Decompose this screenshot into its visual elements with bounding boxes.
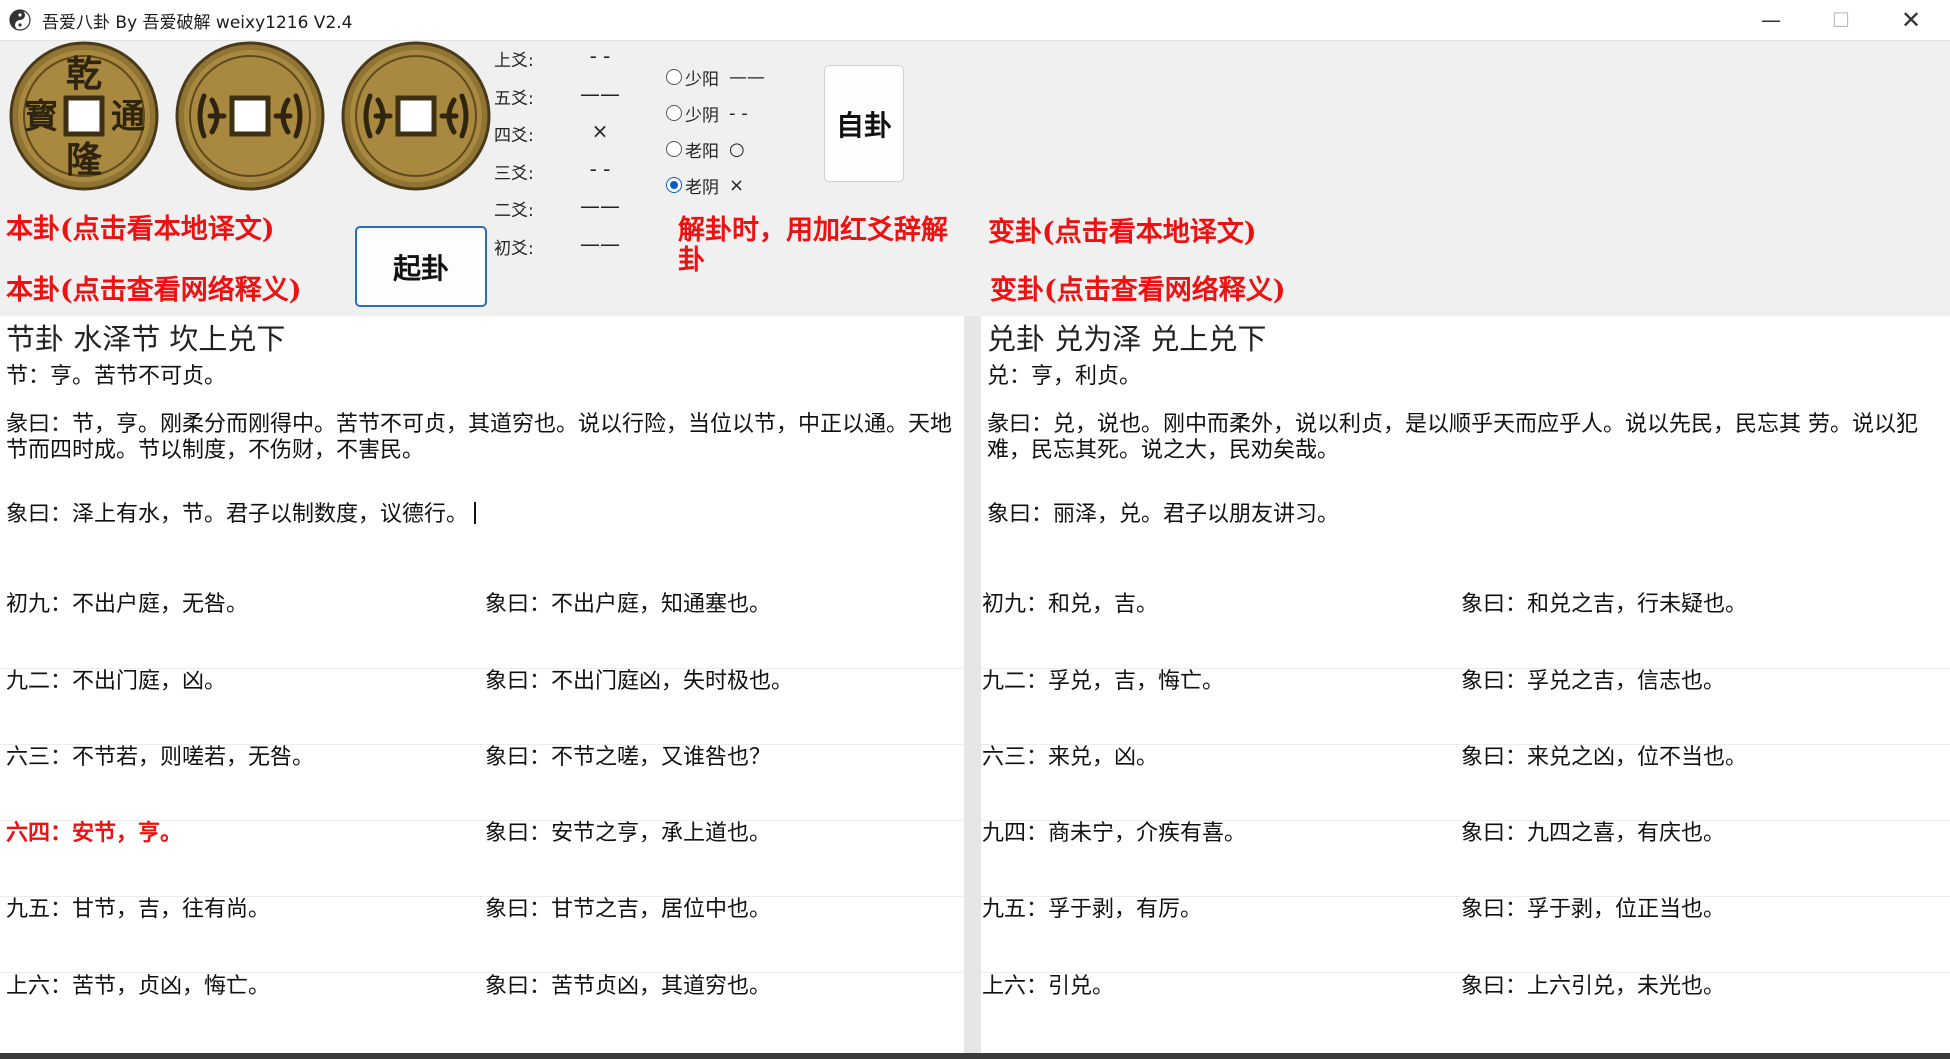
ben-line-2-xiang: 象曰：不出门庭凶，失时极也。	[485, 669, 794, 694]
coin-char-left: 寳	[24, 97, 58, 137]
yao-symbol-chu: ——	[580, 232, 620, 256]
ben-line-6: 上六：苦节，贞凶，悔亡。	[6, 974, 271, 999]
radio-shaoyang[interactable]: 少阳 ——	[666, 62, 765, 92]
ben-line-6-xiang: 象曰：苦节贞凶，其道穷也。	[485, 974, 772, 999]
radio-label: 老阳	[685, 141, 719, 162]
ben-line-5: 九五：甘节，吉，往有尚。	[6, 897, 271, 922]
coin-char-top: 乾	[66, 54, 102, 95]
ben-line-3-xiang: 象曰：不节之嗟，又谁咎也？	[485, 745, 772, 770]
title-bar: 吾爱八卦 By 吾爱破解 weixy1216 V2.4 — ☐ ✕	[0, 0, 1950, 41]
ben-gua-text-panel[interactable]: 节卦 水泽节 坎上兑下 节：亨。苦节不可贞。 彖曰：节，亨。刚柔分而刚得中。苦节…	[0, 316, 964, 1053]
coin-char-bottom: 隆	[66, 140, 103, 181]
zigua-button[interactable]: 自卦	[824, 65, 904, 182]
radio-symbol: ×	[729, 174, 745, 196]
ben-line-4-highlighted: 六四：安节，亨。	[6, 821, 183, 846]
yao-label-si: 四爻:	[494, 126, 534, 146]
bian-gua-local-link[interactable]: 变卦(点击看本地译文)	[988, 210, 1257, 249]
bian-line-5: 九五：孚于剥，有厉。	[982, 897, 1203, 922]
yao-label-chu: 初爻:	[494, 239, 534, 259]
radio-circle[interactable]	[666, 105, 682, 121]
radio-circle-checked[interactable]	[666, 177, 682, 193]
ben-line-1: 初九：不出户庭，无咎。	[6, 592, 249, 617]
minimize-button[interactable]: —	[1736, 0, 1806, 40]
yao-label-wu: 五爻:	[494, 89, 534, 109]
radio-label: 少阴	[685, 105, 719, 126]
yao-symbol-shang: - -	[589, 44, 611, 68]
ben-line-5-xiang: 象曰：甘节之吉，居位中也。	[485, 897, 772, 922]
radio-circle[interactable]	[666, 141, 682, 157]
maximize-button[interactable]: ☐	[1806, 0, 1876, 40]
bian-gua-xiang: 象曰：丽泽，兑。君子以朋友讲习。	[987, 502, 1340, 527]
coin-char-right: 通	[111, 97, 145, 137]
qigua-button[interactable]: 起卦	[355, 226, 487, 307]
bian-line-5-xiang: 象曰：孚于剥，位正当也。	[1461, 897, 1726, 922]
radio-label: 老阴	[685, 177, 719, 198]
bian-gua-tuan: 彖曰：兑，说也。刚中而柔外，说以利贞，是以顺乎天而应乎人。说以先民，民忘其 劳。…	[987, 412, 1918, 463]
bian-line-3-xiang: 象曰：来兑之凶，位不当也。	[1461, 745, 1748, 770]
coin-back-icon[interactable]	[340, 40, 492, 192]
yao-symbol-er: ——	[580, 194, 620, 218]
bian-gua-judgement: 兑：亨，利贞。	[987, 364, 1142, 389]
close-button[interactable]: ✕	[1876, 0, 1946, 40]
radio-label: 少阳	[685, 69, 719, 90]
bian-gua-text-panel[interactable]: 兑卦 兑为泽 兑上兑下 兑：亨，利贞。 彖曰：兑，说也。刚中而柔外，说以利贞，是…	[981, 316, 1950, 1053]
bian-line-4: 九四：商未宁，介疾有喜。	[982, 821, 1247, 846]
bian-gua-heading: 兑卦 兑为泽 兑上兑下	[987, 322, 1267, 356]
ben-gua-local-link[interactable]: 本卦(点击看本地译文)	[6, 207, 275, 246]
radio-symbol: ○	[729, 138, 745, 160]
radio-symbol: ——	[729, 66, 765, 88]
interpret-hint: 解卦时，用加红爻辞解卦	[678, 215, 948, 276]
bian-gua-net-link[interactable]: 变卦(点击查看网络释义)	[990, 268, 1286, 307]
bian-line-3: 六三：来兑，凶。	[982, 745, 1159, 770]
ben-gua-heading: 节卦 水泽节 坎上兑下	[6, 322, 286, 356]
window-title: 吾爱八卦 By 吾爱破解 weixy1216 V2.4	[42, 13, 353, 33]
ben-gua-xiang: 象曰：泽上有水，节。君子以制数度，议德行。	[6, 502, 477, 528]
ben-line-3: 六三：不节若，则嗟若，无咎。	[6, 745, 315, 770]
panel-divider	[964, 316, 981, 1053]
divider	[981, 972, 1950, 973]
ben-gua-net-link[interactable]: 本卦(点击查看网络释义)	[6, 268, 302, 307]
radio-laoyang[interactable]: 老阳 ○	[666, 134, 745, 164]
ben-line-1-xiang: 象曰：不出户庭，知通塞也。	[485, 592, 772, 617]
radio-laoyin[interactable]: 老阴 ×	[666, 170, 744, 200]
radio-shaoyin[interactable]: 少阴 - -	[666, 98, 748, 128]
coin-front-icon[interactable]: 乾 通 隆 寳	[8, 40, 160, 192]
text-caret	[474, 502, 477, 524]
bian-line-2: 九二：孚兑，吉，悔亡。	[982, 669, 1225, 694]
bian-line-1-xiang: 象曰：和兑之吉，行未疑也。	[1461, 592, 1748, 617]
radio-symbol: - -	[729, 102, 748, 124]
ben-line-4-xiang: 象曰：安节之亨，承上道也。	[485, 821, 772, 846]
bagua-app-icon	[9, 9, 31, 31]
ben-gua-judgement: 节：亨。苦节不可贞。	[6, 364, 227, 389]
ben-gua-tuan: 彖曰：节，亨。刚柔分而刚得中。苦节不可贞，其道穷也。说以行险，当位以节，中正以通…	[6, 412, 953, 463]
yao-label-san: 三爻:	[494, 164, 534, 184]
bian-line-4-xiang: 象曰：九四之喜，有庆也。	[1461, 821, 1726, 846]
divider	[0, 972, 964, 973]
yao-symbol-san: - -	[589, 157, 611, 181]
yao-symbol-si: ×	[591, 119, 609, 143]
bian-line-2-xiang: 象曰：孚兑之吉，信志也。	[1461, 669, 1726, 694]
radio-circle[interactable]	[666, 69, 682, 85]
yao-label-er: 二爻:	[494, 201, 534, 221]
ben-line-2: 九二：不出门庭，凶。	[6, 669, 227, 694]
bian-line-6-xiang: 象曰：上六引兑，未光也。	[1461, 974, 1726, 999]
yao-symbol-wu: ——	[580, 82, 620, 106]
coin-back-icon[interactable]	[174, 40, 326, 192]
bian-line-6: 上六：引兑。	[982, 974, 1115, 999]
window-bottom-edge	[0, 1053, 1950, 1059]
ben-gua-xiang-text: 象曰：泽上有水，节。君子以制数度，议德行。	[6, 502, 469, 527]
yao-label-shang: 上爻:	[494, 51, 534, 71]
bian-line-1: 初九：和兑，吉。	[982, 592, 1159, 617]
